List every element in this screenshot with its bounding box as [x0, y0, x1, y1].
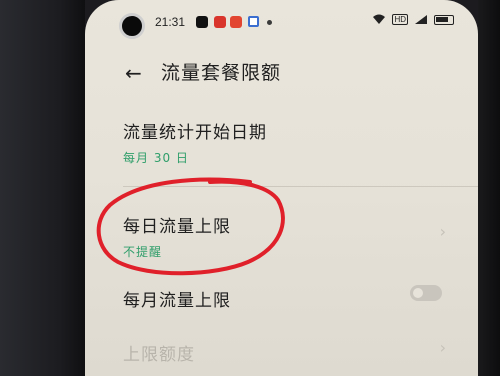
divider — [123, 186, 478, 187]
list-item-daily-limit[interactable]: 每日流量上限 不提醒 — [123, 212, 478, 260]
wifi-icon — [373, 14, 386, 24]
hd-badge: HD — [392, 14, 408, 25]
list-item-label: 上限额度 — [123, 345, 195, 365]
back-arrow-icon[interactable]: ← — [125, 63, 142, 83]
list-item-label: 流量统计开始日期 — [123, 123, 267, 143]
list-item-start-date[interactable]: 流量统计开始日期 每月 30 日 — [123, 118, 478, 166]
status-time: 21:31 — [155, 15, 186, 29]
tiktok-icon — [196, 16, 208, 28]
chevron-right-icon: › — [439, 222, 446, 241]
more-notifications-dot — [267, 20, 272, 25]
list-item-value: 每月 30 日 — [123, 151, 189, 165]
phone-edge-right — [478, 0, 500, 376]
phone-screen: 21:31 HD ← 流量套餐限额 流量统计开始日期 每月 30 日 每日流量上… — [85, 0, 478, 376]
page-title: 流量套餐限额 — [161, 62, 282, 84]
stray-dot — [250, 183, 253, 186]
monthly-limit-toggle[interactable] — [410, 285, 442, 301]
battery-icon — [434, 14, 454, 25]
notification-app-icon — [214, 16, 226, 28]
chevron-right-icon: › — [439, 338, 446, 357]
list-item-value: 不提醒 — [123, 245, 163, 259]
notification-app-icon-3 — [248, 16, 259, 27]
phone-edge-left — [0, 0, 85, 376]
front-camera — [119, 13, 145, 39]
list-item-limit-amount[interactable]: 上限额度 — [123, 340, 478, 365]
signal-icon — [415, 15, 427, 24]
notification-app-icon-2 — [230, 16, 242, 28]
list-item-label: 每日流量上限 — [123, 217, 231, 237]
status-icons: HD — [372, 14, 454, 25]
